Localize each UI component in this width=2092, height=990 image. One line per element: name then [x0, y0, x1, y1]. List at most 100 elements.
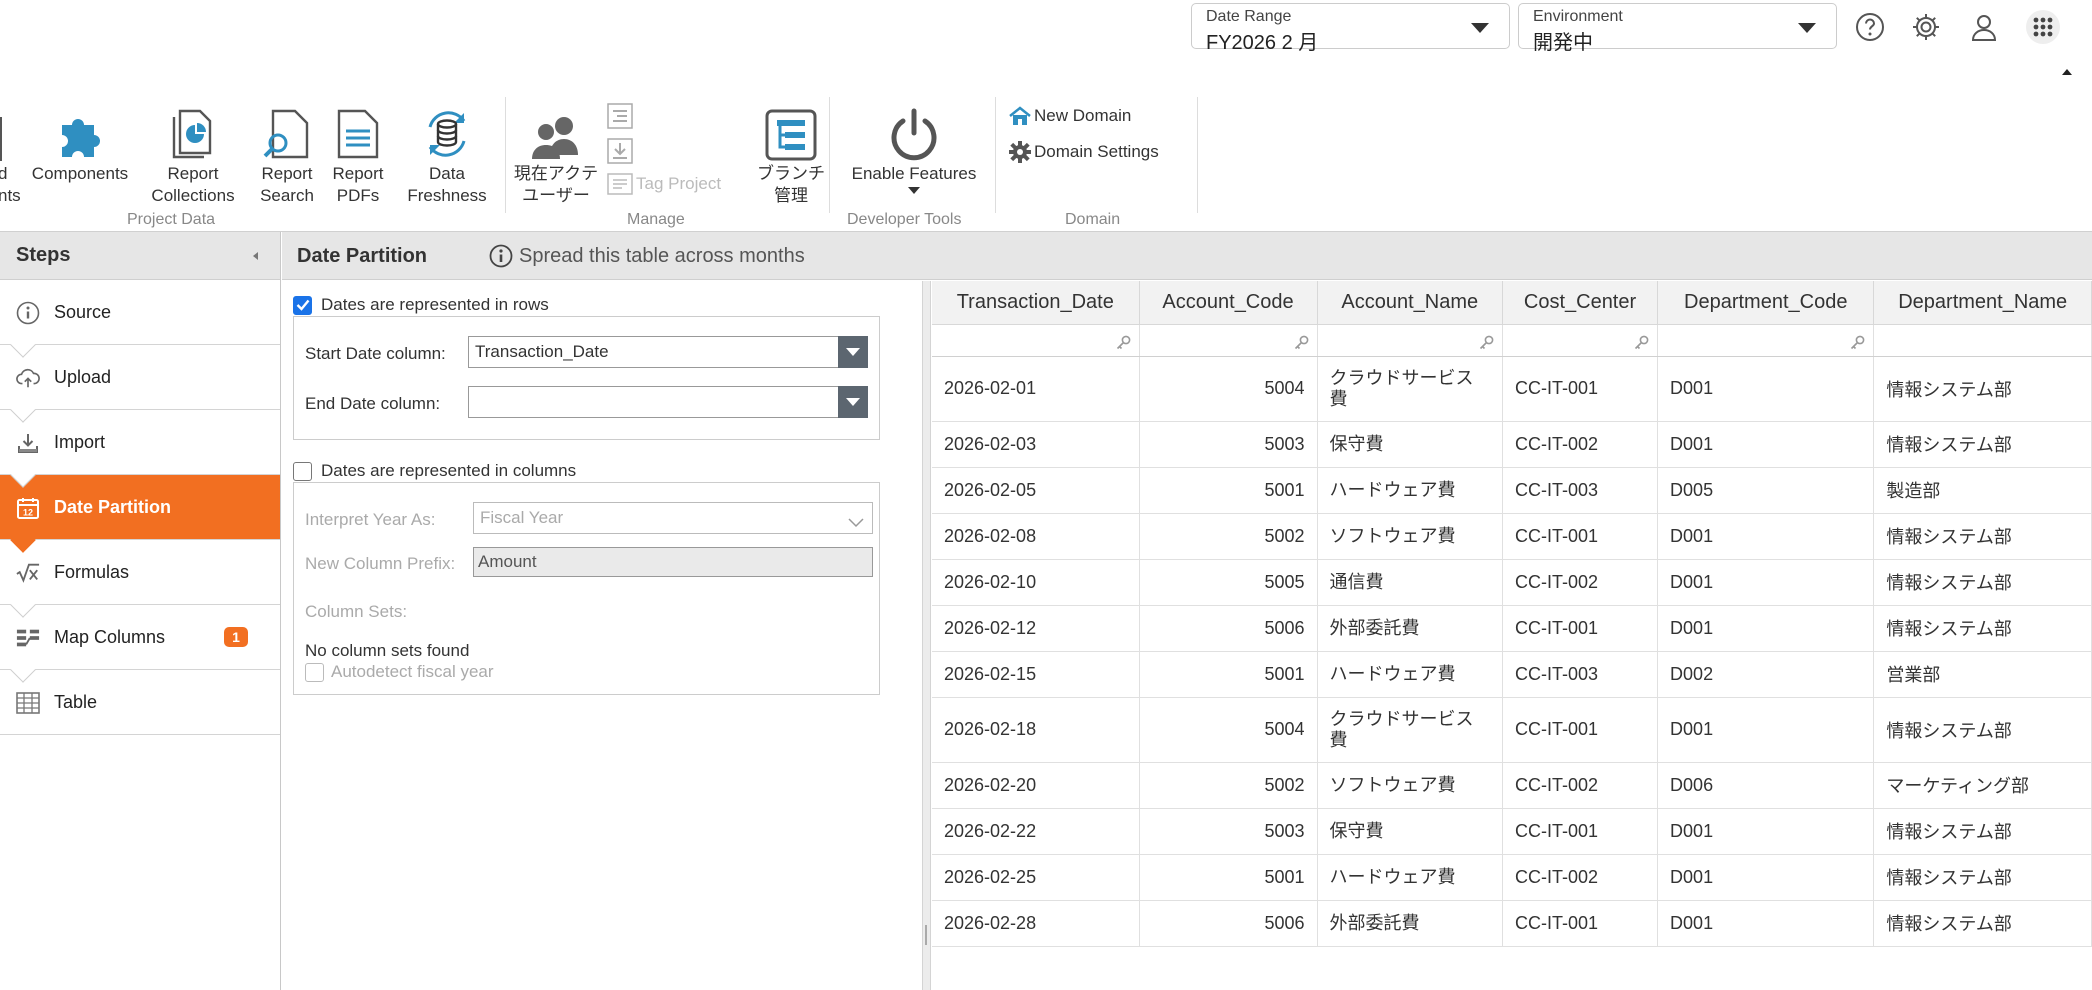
- step-formulas[interactable]: Formulas: [0, 540, 280, 618]
- content-header: Date Partition Spread this table across …: [282, 232, 2092, 280]
- column-header-cost-center[interactable]: Cost_Center: [1502, 281, 1659, 325]
- download-button[interactable]: [607, 138, 633, 164]
- table-row[interactable]: 2026-02-10 5005 通信費 CC-IT-002 D001 情報システム部: [932, 559, 2092, 606]
- table-cell-department-code: D001: [1657, 605, 1875, 652]
- autodetect-fiscal-year-checkbox[interactable]: Autodetect fiscal year: [305, 662, 494, 682]
- column-filter-department-name[interactable]: [1873, 324, 2092, 357]
- table-row[interactable]: 2026-02-28 5006 外部委託費 CC-IT-001 D001 情報システム部: [932, 900, 2092, 947]
- step-import[interactable]: Import: [0, 410, 280, 488]
- table-cell-account-code: 5001: [1139, 467, 1318, 514]
- column-header-department-code[interactable]: Department_Code: [1657, 281, 1875, 325]
- table-row[interactable]: 2026-02-05 5001 ハードウェア費 CC-IT-003 D005 製造部: [932, 467, 2092, 514]
- table-cell-transaction-date: 2026-02-08: [932, 513, 1140, 560]
- table-row[interactable]: 2026-02-01 5004 クラウドサービス費 CC-IT-001 D001 情報シス…: [932, 356, 2092, 422]
- map-columns-badge: 1: [224, 627, 248, 647]
- column-filter-account-name[interactable]: [1317, 324, 1504, 357]
- data-freshness-icon: [420, 103, 474, 161]
- date-range-select[interactable]: Date Range FY2026 2 月: [1191, 3, 1510, 54]
- splitter-grip-icon: [925, 925, 927, 945]
- chevron-down-icon: [848, 513, 864, 533]
- page-title: Date Partition: [297, 245, 428, 267]
- step-upload[interactable]: Upload: [0, 345, 280, 423]
- filter-key-icon[interactable]: [1479, 334, 1494, 355]
- column-header-account-name[interactable]: Account_Name: [1317, 281, 1504, 325]
- tag-project-button[interactable]: Tag Project: [607, 173, 721, 195]
- table-cell-account-name: 外部委託費: [1317, 900, 1504, 947]
- table-row[interactable]: 2026-02-18 5004 クラウドサービス費 CC-IT-001 D001 情報シス…: [932, 697, 2092, 763]
- filter-key-icon[interactable]: [1116, 334, 1131, 355]
- enable-features-button[interactable]: Enable Features: [846, 95, 982, 194]
- table-row[interactable]: 2026-02-20 5002 ソフトウェア費 CC-IT-002 D006 マーケティン…: [932, 762, 2092, 809]
- new-domain-button[interactable]: New Domain: [1008, 105, 1131, 127]
- table-cell-cost-center: CC-IT-002: [1502, 762, 1659, 809]
- table-icon: [16, 691, 40, 715]
- table-row[interactable]: 2026-02-25 5001 ハードウェア費 CC-IT-002 D001 情報システム…: [932, 854, 2092, 901]
- table-row[interactable]: 2026-02-15 5001 ハードウェア費 CC-IT-003 D002 営業部: [932, 651, 2092, 698]
- branch-manage-button[interactable]: ブランチ 管理: [752, 95, 830, 207]
- cloud-upload-icon: [16, 366, 40, 390]
- table-cell-account-name: ハードウェア費: [1317, 467, 1504, 514]
- collapse-ribbon-icon[interactable]: [2062, 69, 2072, 75]
- column-filter-cost-center[interactable]: [1502, 324, 1659, 357]
- column-header-transaction-date[interactable]: Transaction_Date: [932, 281, 1140, 325]
- calendar-icon: 12: [16, 496, 40, 520]
- filter-key-icon[interactable]: [1850, 334, 1865, 355]
- gear-icon[interactable]: [1909, 10, 1943, 44]
- table-cell-transaction-date: 2026-02-20: [932, 762, 1140, 809]
- filter-key-icon[interactable]: [1294, 334, 1309, 355]
- column-filter-account-code[interactable]: [1139, 324, 1318, 357]
- table-cell-department-name: 製造部: [1873, 467, 2092, 514]
- info-icon: [489, 244, 513, 268]
- ribbon-divider: [1197, 97, 1198, 213]
- interpret-year-select[interactable]: Fiscal Year: [473, 502, 873, 534]
- data-grid: Transaction_Date Account_Code Account_Name…: [932, 281, 2092, 947]
- table-row[interactable]: 2026-02-22 5003 保守費 CC-IT-001 D001 情報システム部: [932, 808, 2092, 855]
- report-collections-button[interactable]: Report Collections: [146, 95, 240, 207]
- domain-settings-button[interactable]: Domain Settings: [1008, 140, 1159, 164]
- power-icon: [888, 103, 940, 161]
- report-pdfs-button[interactable]: Report PDFs: [326, 95, 390, 207]
- filter-key-icon[interactable]: [1634, 334, 1649, 355]
- ribbon-divider: [995, 97, 996, 213]
- group-label-developer-tools: Developer Tools: [847, 211, 962, 228]
- help-icon[interactable]: [1853, 10, 1887, 44]
- report-search-button[interactable]: Report Search: [254, 95, 320, 207]
- column-header-account-code[interactable]: Account_Code: [1139, 281, 1318, 325]
- ribbon-clipped-item[interactable]: d nts: [0, 95, 21, 207]
- panel-splitter[interactable]: [922, 281, 931, 990]
- table-cell-transaction-date: 2026-02-28: [932, 900, 1140, 947]
- current-users-button[interactable]: 現在アクテ ユーザー: [514, 95, 598, 207]
- table-cell-transaction-date: 2026-02-15: [932, 651, 1140, 698]
- column-prefix-input[interactable]: Amount: [473, 547, 873, 577]
- table-cell-department-name: 情報システム部: [1873, 808, 2092, 855]
- table-cell-account-code: 5004: [1139, 356, 1318, 422]
- indent-button[interactable]: [607, 103, 633, 129]
- table-cell-cost-center: CC-IT-002: [1502, 559, 1659, 606]
- user-icon[interactable]: [1967, 10, 2001, 44]
- collapse-sidebar-icon[interactable]: [253, 252, 258, 260]
- column-filter-transaction-date[interactable]: [932, 324, 1140, 357]
- column-filter-department-code[interactable]: [1657, 324, 1875, 357]
- step-map-columns[interactable]: Map Columns 1: [0, 605, 280, 683]
- table-cell-transaction-date: 2026-02-01: [932, 356, 1140, 422]
- dates-in-rows-checkbox[interactable]: Dates are represented in rows: [293, 295, 549, 315]
- step-source[interactable]: Source: [0, 280, 280, 358]
- components-button[interactable]: Components: [28, 95, 132, 185]
- column-header-department-name[interactable]: Department_Name: [1873, 281, 2092, 325]
- map-columns-icon: [16, 626, 40, 650]
- end-date-select[interactable]: [468, 386, 868, 418]
- table-row[interactable]: 2026-02-08 5002 ソフトウェア費 CC-IT-001 D001 情報システム…: [932, 513, 2092, 560]
- environment-select[interactable]: Environment 開発中: [1518, 3, 1837, 54]
- start-date-select[interactable]: Transaction_Date: [468, 336, 868, 368]
- step-table[interactable]: Table: [0, 670, 280, 735]
- step-date-partition[interactable]: 12 Date Partition: [0, 475, 280, 553]
- table-row[interactable]: 2026-02-12 5006 外部委託費 CC-IT-001 D001 情報システム部: [932, 605, 2092, 652]
- group-label-domain: Domain: [1065, 211, 1121, 228]
- table-cell-transaction-date: 2026-02-22: [932, 808, 1140, 855]
- dates-in-columns-checkbox[interactable]: Dates are represented in columns: [293, 461, 576, 481]
- table-row[interactable]: 2026-02-03 5003 保守費 CC-IT-002 D001 情報システム部: [932, 421, 2092, 468]
- data-freshness-button[interactable]: Data Freshness: [400, 95, 494, 207]
- apps-grid-icon[interactable]: [2026, 10, 2060, 44]
- table-cell-department-code: D006: [1657, 762, 1875, 809]
- table-cell-account-name: 保守費: [1317, 808, 1504, 855]
